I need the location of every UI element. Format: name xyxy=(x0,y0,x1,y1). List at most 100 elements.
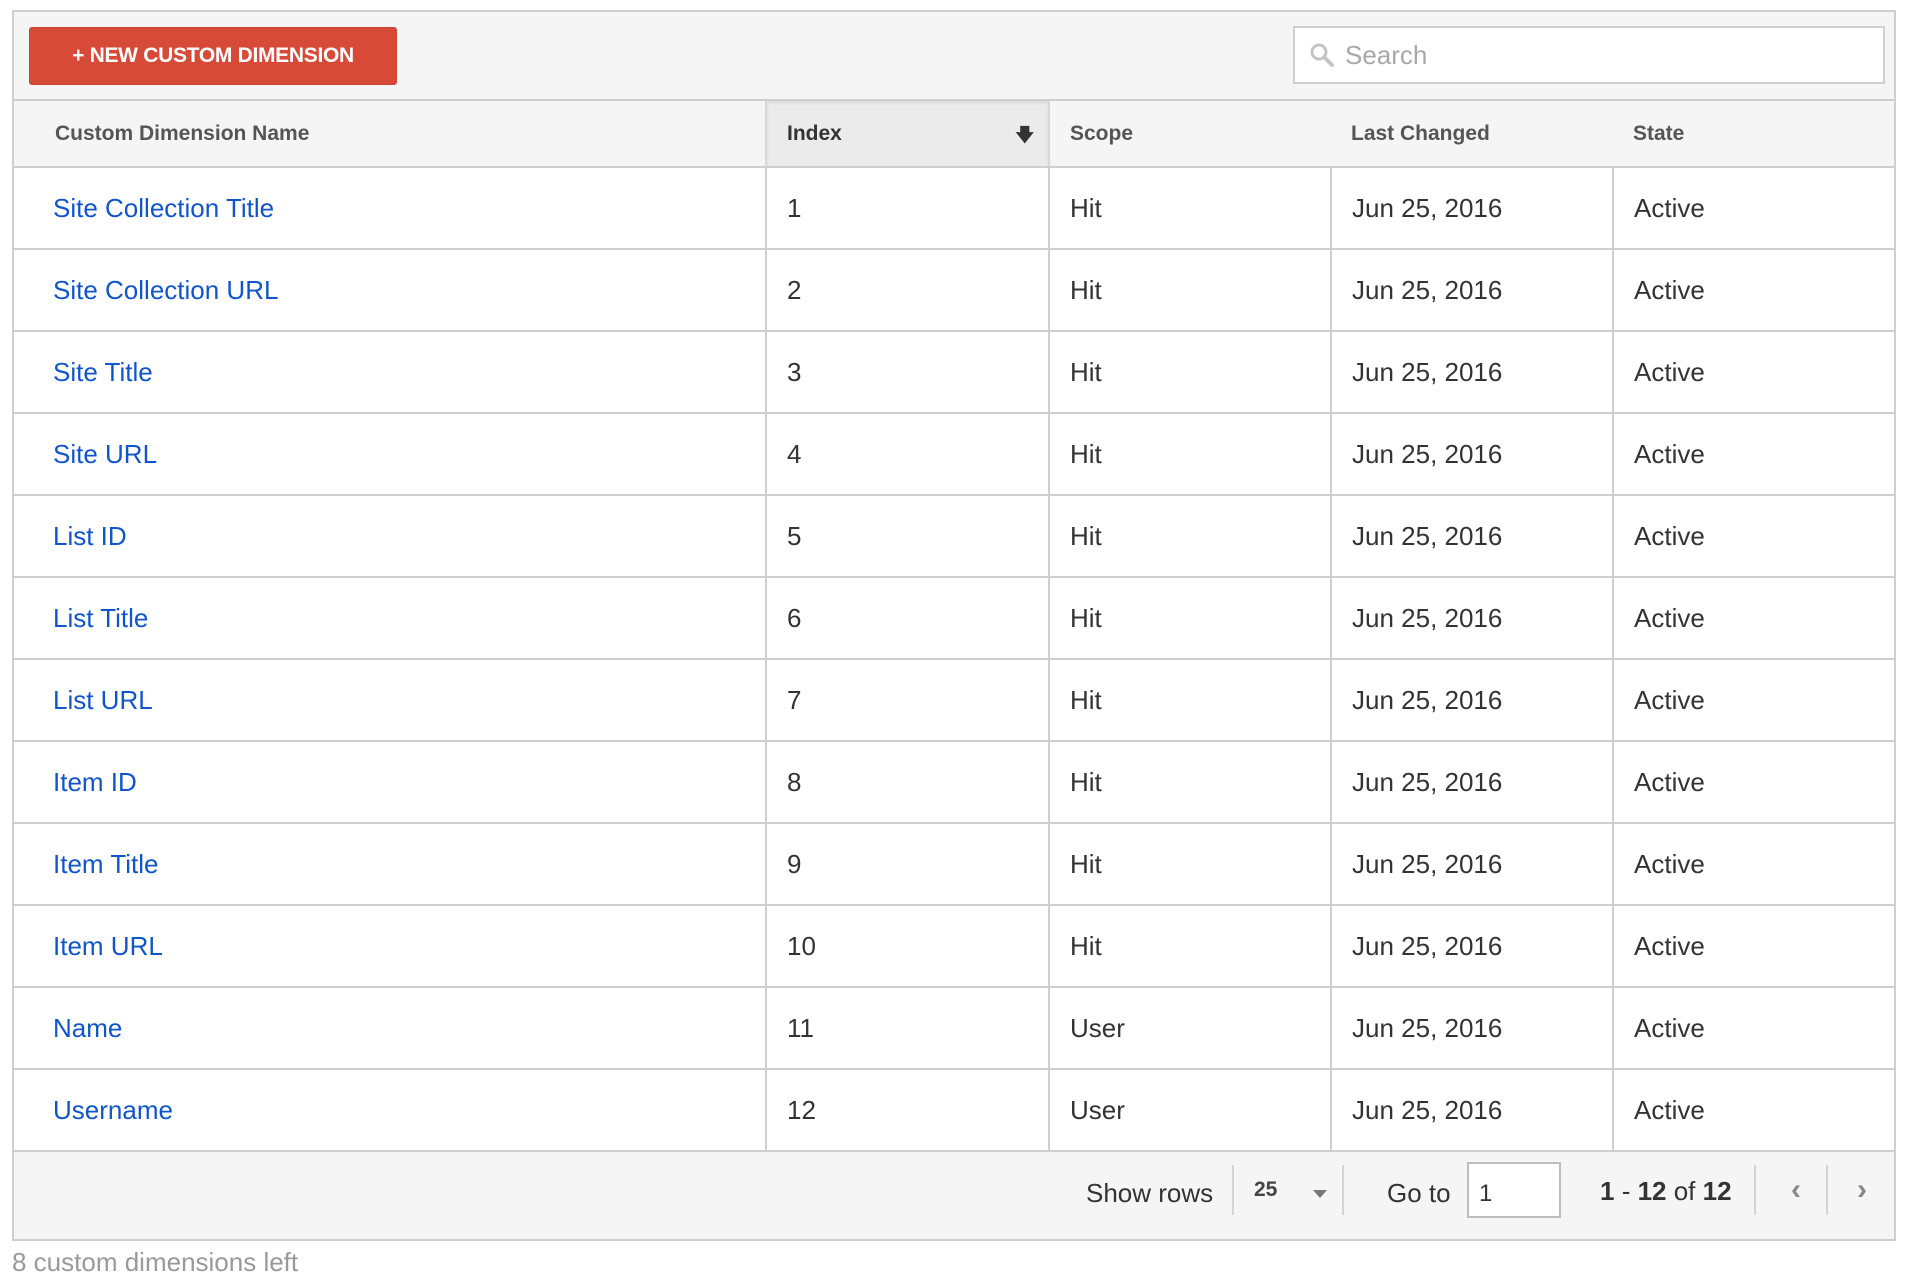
cell-index: 5 xyxy=(765,495,1049,578)
cell-name: Site Title xyxy=(14,331,766,414)
search-icon xyxy=(1310,43,1334,67)
dimension-name-link[interactable]: List URL xyxy=(53,685,153,715)
cell-index: 10 xyxy=(765,905,1049,988)
column-header-label: Custom Dimension Name xyxy=(55,121,310,145)
cell-scope: Hit xyxy=(1048,249,1331,332)
show-rows-label: Show rows xyxy=(1086,1178,1214,1208)
table-row: List URL 7 Hit Jun 25, 2016 Active xyxy=(14,659,1894,742)
cell-name: Item URL xyxy=(14,905,766,988)
dimension-name-link[interactable]: List Title xyxy=(53,603,148,633)
column-header-state[interactable]: State xyxy=(1613,101,1894,168)
custom-dimensions-panel: + NEW CUSTOM DIMENSION Custom Dimension … xyxy=(12,10,1896,1241)
table-row: Name 11 User Jun 25, 2016 Active xyxy=(14,987,1894,1070)
cell-last-changed: Jun 25, 2016 xyxy=(1330,249,1613,332)
cell-state: Active xyxy=(1612,659,1894,742)
cell-name: List URL xyxy=(14,659,766,742)
cell-state: Active xyxy=(1612,249,1894,332)
column-header-label: Last Changed xyxy=(1351,121,1490,145)
dimension-name-link[interactable]: Item URL xyxy=(53,931,163,961)
cell-scope: Hit xyxy=(1048,905,1331,988)
dimension-name-link[interactable]: Username xyxy=(53,1095,173,1125)
goto-page-input[interactable] xyxy=(1467,1162,1561,1218)
cell-name: List ID xyxy=(14,495,766,578)
rows-per-page-value: 25 xyxy=(1254,1178,1278,1201)
cell-name: Username xyxy=(14,1069,766,1152)
table-row: Site URL 4 Hit Jun 25, 2016 Active xyxy=(14,413,1894,496)
cell-scope: Hit xyxy=(1048,413,1331,496)
table-row: Item ID 8 Hit Jun 25, 2016 Active xyxy=(14,741,1894,824)
column-header-label: Scope xyxy=(1070,121,1134,145)
cell-index: 7 xyxy=(765,659,1049,742)
cell-scope: Hit xyxy=(1048,577,1331,660)
dimension-name-link[interactable]: List ID xyxy=(53,521,127,551)
range-end: 12 xyxy=(1637,1176,1667,1206)
chevron-down-icon xyxy=(1313,1190,1327,1198)
column-header-label: Index xyxy=(787,121,842,145)
table-row: Site Collection Title 1 Hit Jun 25, 2016 Act… xyxy=(14,167,1894,250)
cell-last-changed: Jun 25, 2016 xyxy=(1330,659,1613,742)
cell-index: 12 xyxy=(765,1069,1049,1152)
dimension-name-link[interactable]: Item Title xyxy=(53,849,158,879)
cell-name: Item ID xyxy=(14,741,766,824)
cell-index: 11 xyxy=(765,987,1049,1070)
page-range: 1 - 12 of 12 xyxy=(1600,1176,1732,1207)
dimension-name-link[interactable]: Site URL xyxy=(53,439,157,469)
cell-last-changed: Jun 25, 2016 xyxy=(1330,823,1613,906)
chevron-left-icon: ‹ xyxy=(1791,1173,1801,1206)
table-row: Username 12 User Jun 25, 2016 Active xyxy=(14,1069,1894,1152)
divider xyxy=(1232,1165,1234,1215)
column-header-name[interactable]: Custom Dimension Name xyxy=(14,101,766,168)
cell-state: Active xyxy=(1612,413,1894,496)
column-header-last-changed[interactable]: Last Changed xyxy=(1331,101,1613,168)
table-row: List Title 6 Hit Jun 25, 2016 Active xyxy=(14,577,1894,660)
dimension-name-link[interactable]: Name xyxy=(53,1013,122,1043)
column-header-index[interactable]: Index 🡇 xyxy=(765,101,1050,168)
dimension-name-link[interactable]: Item ID xyxy=(53,767,137,797)
dimension-name-link[interactable]: Site Collection URL xyxy=(53,275,278,305)
cell-scope: Hit xyxy=(1048,495,1331,578)
rows-per-page-select[interactable]: 25 xyxy=(1238,1165,1344,1215)
cell-last-changed: Jun 25, 2016 xyxy=(1330,331,1613,414)
cell-state: Active xyxy=(1612,1069,1894,1152)
cell-last-changed: Jun 25, 2016 xyxy=(1330,413,1613,496)
cell-name: Site Collection Title xyxy=(14,167,766,250)
cell-state: Active xyxy=(1612,741,1894,824)
of-label: of xyxy=(1666,1176,1703,1206)
cell-scope: User xyxy=(1048,1069,1331,1152)
cell-scope: Hit xyxy=(1048,331,1331,414)
goto-label: Go to xyxy=(1387,1178,1451,1208)
dimension-name-link[interactable]: Site Title xyxy=(53,357,153,387)
cell-scope: Hit xyxy=(1048,167,1331,250)
chevron-right-icon: › xyxy=(1857,1173,1867,1206)
cell-name: Item Title xyxy=(14,823,766,906)
cell-state: Active xyxy=(1612,987,1894,1070)
cell-scope: Hit xyxy=(1048,823,1331,906)
table-row: List ID 5 Hit Jun 25, 2016 Active xyxy=(14,495,1894,578)
new-custom-dimension-button[interactable]: + NEW CUSTOM DIMENSION xyxy=(29,27,397,85)
range-separator: - xyxy=(1614,1176,1638,1206)
next-page-button[interactable]: › xyxy=(1832,1165,1892,1215)
column-header-scope[interactable]: Scope xyxy=(1049,101,1331,168)
cell-name: List Title xyxy=(14,577,766,660)
cell-state: Active xyxy=(1612,331,1894,414)
cell-last-changed: Jun 25, 2016 xyxy=(1330,495,1613,578)
range-start: 1 xyxy=(1600,1176,1615,1206)
divider xyxy=(1826,1165,1828,1215)
table-row: Site Collection URL 2 Hit Jun 25, 2016 Activ… xyxy=(14,249,1894,332)
pagination-footer: Show rows 25 Go to 1 - 12 of 12 ‹ › xyxy=(14,1150,1894,1239)
search-input[interactable] xyxy=(1345,28,1865,82)
cell-last-changed: Jun 25, 2016 xyxy=(1330,167,1613,250)
previous-page-button[interactable]: ‹ xyxy=(1766,1165,1826,1215)
divider xyxy=(1754,1165,1756,1215)
cell-index: 2 xyxy=(765,249,1049,332)
divider xyxy=(1342,1165,1344,1215)
cell-index: 6 xyxy=(765,577,1049,660)
cell-name: Site Collection URL xyxy=(14,249,766,332)
dimension-name-link[interactable]: Site Collection Title xyxy=(53,193,274,223)
cell-scope: Hit xyxy=(1048,741,1331,824)
cell-index: 8 xyxy=(765,741,1049,824)
range-total: 12 xyxy=(1702,1176,1732,1206)
cell-name: Site URL xyxy=(14,413,766,496)
column-header-label: State xyxy=(1633,121,1685,145)
search-box[interactable] xyxy=(1293,26,1885,84)
